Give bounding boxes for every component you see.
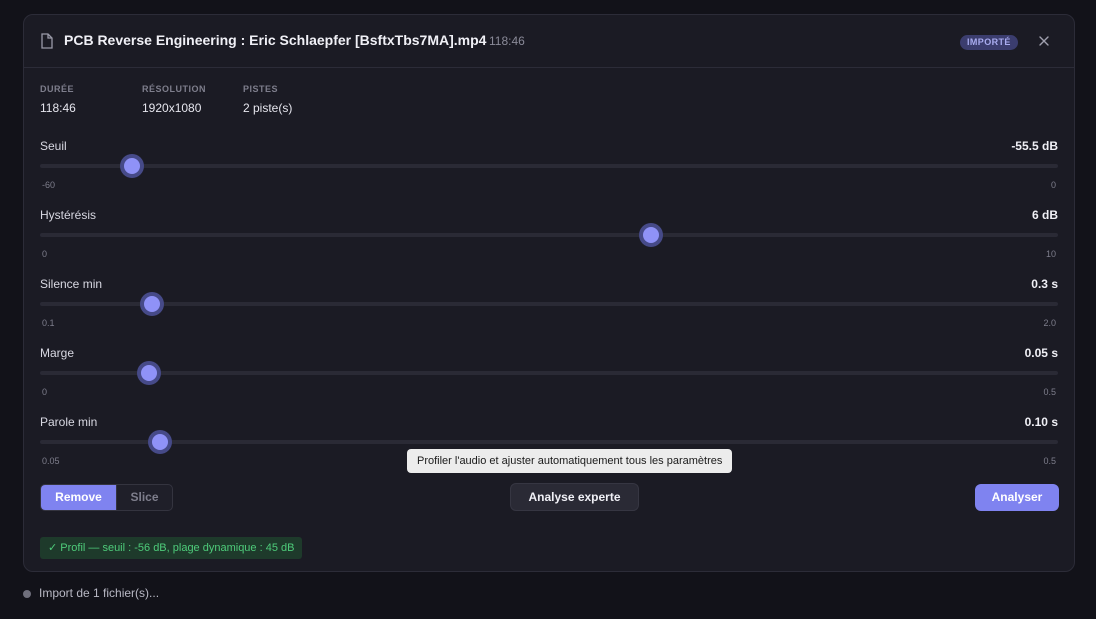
slider-min-label: -60 [42,180,56,190]
duration-short: 118:46 [489,34,525,48]
meta-label: PISTES [243,84,279,94]
status-badge: IMPORTÉ [960,35,1018,50]
slider-min-label: 0 [42,249,48,259]
meta-label: DURÉE [40,84,75,94]
slider-thumb[interactable] [148,430,173,454]
status-text: Import de 1 fichier(s)... [39,586,160,600]
slider-track[interactable] [40,430,1058,454]
param-threshold: Seuil -55.5 dB -60 0 [40,139,1058,199]
analyze-button[interactable]: Analyser [975,484,1059,511]
param-value: 0.10 s [1024,415,1058,429]
slider-min-label: 0.1 [42,318,55,328]
param-value: -55.5 dB [1011,139,1058,153]
status-dot-icon [23,590,31,598]
slider-max-label: 2.0 [1043,318,1056,328]
expert-analysis-button[interactable]: Analyse experte [510,483,639,511]
meta-value: 118:46 [40,101,76,115]
param-value: 0.05 s [1024,346,1058,360]
slider-max-label: 10 [1045,249,1056,259]
tooltip: Profiler l'audio et ajuster automatiquem… [407,449,733,473]
profile-result: ✓ Profil — seuil : -56 dB, plage dynamiq… [40,537,303,559]
param-margin: Marge 0.05 s 0 0.5 [40,346,1058,406]
meta-resolution: RÉSOLUTION 1920x1080 [142,84,206,115]
param-value: 6 dB [1031,208,1058,222]
meta-duration: DURÉE 118:46 [40,84,76,115]
slider-track[interactable] [40,154,1058,178]
slider-max-label: 0.5 [1043,387,1056,397]
slider-track[interactable] [40,223,1058,247]
mode-toggle: Remove Slice [40,484,173,511]
param-label: Silence min [40,277,103,291]
slider-thumb[interactable] [136,361,161,385]
mode-slice-button[interactable]: Slice [116,485,172,510]
param-label: Hystérésis [40,208,97,222]
meta-value: 1920x1080 [142,101,202,115]
param-min-silence: Silence min 0.3 s 0.1 2.0 [40,277,1058,337]
param-label: Marge [40,346,75,360]
close-icon[interactable] [1038,35,1050,47]
meta-label: RÉSOLUTION [142,84,207,94]
slider-track[interactable] [40,292,1058,316]
slider-min-label: 0.05 [42,456,60,466]
param-hysteresis: Hystérésis 6 dB 0 10 [40,208,1058,268]
slider-thumb[interactable] [638,223,663,247]
slider-thumb[interactable] [139,292,164,316]
dialog-header: PCB Reverse Engineering : Eric Schlaepfe… [24,15,1074,68]
file-icon [41,33,53,49]
param-label: Seuil [40,139,67,153]
slider-thumb[interactable] [119,154,144,178]
slider-track[interactable] [40,361,1058,385]
dialog-title: PCB Reverse Engineering : Eric Schlaepfe… [64,32,487,48]
param-value: 0.3 s [1031,277,1058,291]
meta-tracks: PISTES 2 piste(s) [243,84,292,115]
slider-max-label: 0.5 [1043,456,1056,466]
slider-min-label: 0 [42,387,48,397]
mode-remove-button[interactable]: Remove [41,485,116,510]
meta-value: 2 piste(s) [243,101,293,115]
import-dialog: PCB Reverse Engineering : Eric Schlaepfe… [23,14,1075,572]
param-label: Parole min [40,415,98,429]
slider-max-label: 0 [1050,180,1056,190]
